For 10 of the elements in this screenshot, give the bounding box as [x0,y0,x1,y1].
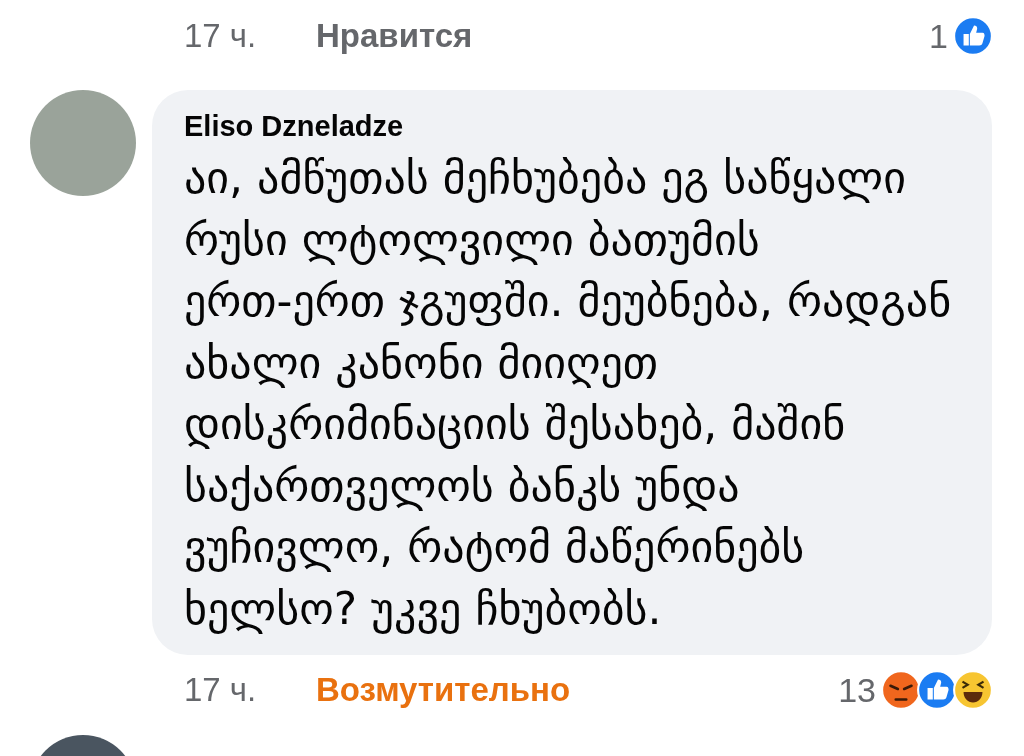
comment-time: 17 ч. [184,671,258,709]
reaction-count: 1 [929,16,948,56]
reaction-count: 13 [838,670,876,710]
comment-text: აი, ამწუთას მეჩხუბება ეგ საწყალი რუსი ლტოლვილი ბათუმის ერთ-ერთ ჯგუფში. მეუბნება, რადგან ახალი კანონი მიიღეთ დისკრიმინაციის შესახებ, მაშინ საქართველოს ბანკს უნდა ვუჩივლო, რატომ მაწერინებს ხელსო? უკვე ჩხუბობს. [184,151,953,636]
like-button[interactable]: Нравится [316,17,473,55]
like-icon [952,15,994,57]
author-name[interactable]: Eliso Dzneladze [184,110,972,143]
laughing-emoji-icon [952,669,994,711]
comment-time: 17 ч. [184,17,258,55]
reaction-button[interactable]: Возмутительно [316,671,571,709]
